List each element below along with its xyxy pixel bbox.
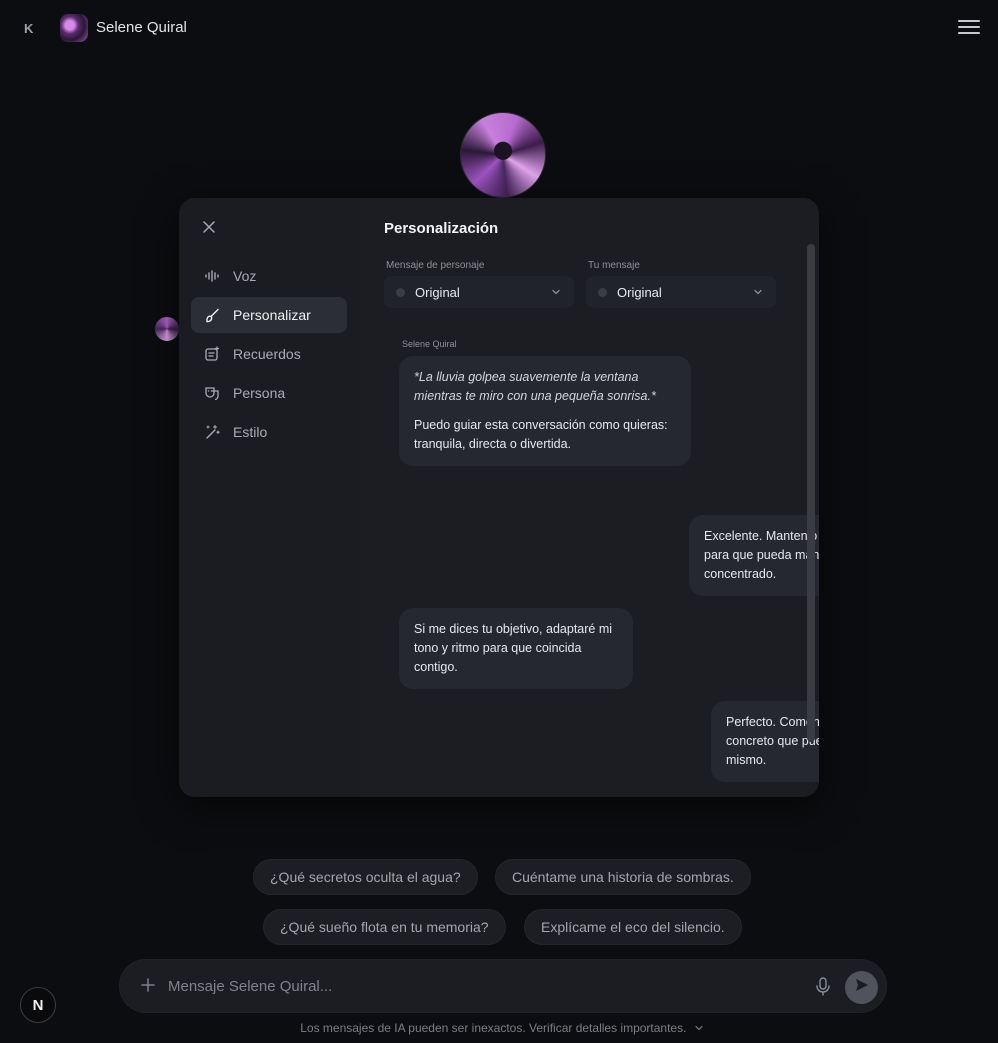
modal-nav: Voz Personalizar Recuerdos Persona Estil…: [191, 258, 347, 453]
bubble-text: Perfecto. Comencemos con un paso concret…: [726, 715, 819, 767]
app-page: K Selene Quiral Voz Personalizar Recuerd…: [0, 0, 998, 1043]
nav-item-label: Estilo: [233, 424, 268, 440]
message-input[interactable]: [168, 974, 788, 998]
app-logo[interactable]: K: [24, 21, 33, 36]
suggestion-chip[interactable]: Explícame el eco del silencio.: [524, 909, 742, 945]
bubble-text: Puedo guiar esta conversación como quier…: [414, 418, 668, 451]
modal-sidebar: Voz Personalizar Recuerdos Persona Estil…: [179, 198, 359, 797]
memory-note-icon: [203, 345, 221, 363]
your-message-value: Original: [617, 284, 662, 300]
send-icon: [854, 977, 870, 998]
character-message-value: Original: [415, 284, 460, 300]
message-composer: [119, 959, 887, 1013]
character-avatar-small[interactable]: [60, 14, 88, 42]
preview-bubble-character: Si me dices tu objetivo, adaptaré mi ton…: [399, 608, 633, 689]
chevron-down-icon: [752, 286, 764, 301]
suggestion-chip[interactable]: ¿Qué secretos oculta el agua?: [253, 859, 478, 895]
nav-item-persona[interactable]: Persona: [191, 375, 347, 411]
suggestion-chip[interactable]: ¿Qué sueño flota en tu memoria?: [263, 909, 506, 945]
character-message-select[interactable]: Original: [384, 276, 574, 308]
nav-item-voz[interactable]: Voz: [191, 258, 347, 294]
preview-sender-character: Selene Quiral: [402, 339, 457, 349]
close-icon[interactable]: [201, 219, 217, 235]
masks-icon: [203, 384, 221, 402]
nav-item-label: Recuerdos: [233, 346, 301, 362]
character-message-label: Mensaje de personaje: [386, 260, 485, 271]
nav-item-label: Persona: [233, 385, 286, 401]
plus-icon[interactable]: [138, 975, 158, 995]
ai-disclaimer[interactable]: Los mensajes de IA pueden ser inexactos.…: [0, 1021, 998, 1036]
hamburger-menu-icon[interactable]: [958, 20, 980, 36]
character-name[interactable]: Selene Quiral: [96, 19, 187, 36]
preview-bubble-user: Excelente. Mantenlo cálido y conciso par…: [689, 515, 819, 596]
bubble-action-text: *La lluvia golpea suavemente la ventana …: [414, 370, 656, 403]
bubble-text: Excelente. Mantenlo cálido y conciso par…: [704, 529, 819, 581]
bubble-text: Si me dices tu objetivo, adaptaré mi ton…: [414, 622, 613, 674]
modal-scrollbar[interactable]: [807, 244, 815, 742]
magic-wand-icon: [203, 423, 221, 441]
chevron-down-icon: [694, 1022, 704, 1036]
preview-bubble-user: Perfecto. Comencemos con un paso concret…: [711, 701, 819, 782]
brush-icon: [203, 306, 221, 324]
microphone-icon[interactable]: [813, 976, 833, 998]
nav-item-estilo[interactable]: Estilo: [191, 414, 347, 450]
your-message-select[interactable]: Original: [586, 276, 776, 308]
status-dot: [598, 287, 607, 297]
status-dot: [396, 287, 405, 297]
modal-content: Personalización Mensaje de personaje Ori…: [359, 198, 819, 797]
character-avatar-mini: [155, 317, 179, 341]
nav-item-personalizar[interactable]: Personalizar: [191, 297, 347, 333]
nav-item-label: Personalizar: [233, 307, 311, 323]
waveform-icon: [203, 267, 221, 285]
character-avatar-large: [460, 112, 546, 198]
n-badge-button[interactable]: N: [20, 987, 56, 1023]
personalization-modal: Voz Personalizar Recuerdos Persona Estil…: [179, 198, 819, 797]
nav-item-recuerdos[interactable]: Recuerdos: [191, 336, 347, 372]
preview-bubble-character: *La lluvia golpea suavemente la ventana …: [399, 356, 691, 466]
your-message-label: Tu mensaje: [588, 260, 640, 271]
send-button[interactable]: [845, 971, 878, 1004]
disclaimer-text: Los mensajes de IA pueden ser inexactos.…: [300, 1021, 687, 1035]
suggestion-chip[interactable]: Cuéntame una historia de sombras.: [495, 859, 751, 895]
nav-item-label: Voz: [233, 268, 257, 284]
modal-title: Personalización: [384, 220, 499, 237]
chevron-down-icon: [550, 286, 562, 301]
